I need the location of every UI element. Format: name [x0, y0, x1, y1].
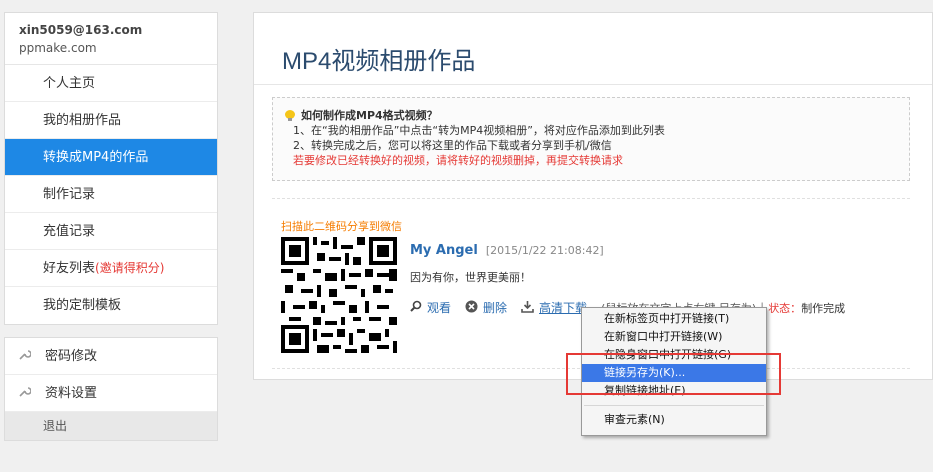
page-title: MP4视频相册作品 — [254, 13, 932, 85]
sidebar: xin5059@163.com ppmake.com 个人主页 我的相册作品 转… — [4, 12, 218, 441]
download-label: 高清下载 — [539, 301, 588, 315]
nav-item-my-albums[interactable]: 我的相册作品 — [5, 102, 217, 139]
highlight-box — [566, 353, 781, 395]
user-email: xin5059@163.com — [19, 23, 143, 37]
nav-item-recharge-records[interactable]: 充值记录 — [5, 213, 217, 250]
status-value: 制作完成 — [801, 301, 846, 315]
settings-password[interactable]: 密码修改 — [5, 338, 217, 375]
divider — [272, 198, 910, 199]
work-title: My Angel [2015/1/22 21:08:42] — [410, 243, 604, 258]
work-timestamp: [2015/1/22 21:08:42] — [485, 244, 604, 257]
ctx-inspect-element[interactable]: 审查元素(N) — [582, 411, 766, 429]
lightbulb-icon — [285, 109, 295, 122]
nav-item-custom-templates[interactable]: 我的定制模板 — [5, 287, 217, 324]
logout-button[interactable]: 退出 — [5, 412, 217, 440]
tips-question-text: 如何制作成MP4格式视频？ — [301, 109, 438, 122]
status-label: 状态： — [768, 301, 802, 315]
wrench-icon — [19, 338, 37, 375]
tips-question: 如何制作成MP4格式视频？ — [285, 108, 909, 123]
work-description: 因为有你，世界更美丽！ — [410, 271, 531, 284]
qr-code-icon — [281, 237, 397, 353]
view-link[interactable]: 观看 — [410, 299, 451, 316]
user-site: ppmake.com — [19, 41, 97, 55]
work-name[interactable]: My Angel — [410, 243, 478, 258]
nav-item-mp4-works[interactable]: 转换成MP4的作品 — [5, 139, 217, 176]
hd-download-link[interactable]: 高清下载 — [521, 299, 587, 316]
settings-profile[interactable]: 资料设置 — [5, 375, 217, 412]
nav-item-home[interactable]: 个人主页 — [5, 65, 217, 102]
menu-separator — [584, 405, 764, 406]
close-circle-icon — [465, 300, 478, 316]
nav-item-make-records[interactable]: 制作记录 — [5, 176, 217, 213]
wrench-icon — [19, 375, 37, 412]
tips-line-2: 2、转换完成之后，您可以将这里的作品下载或者分享到手机/微信 — [293, 139, 612, 152]
nav-card: xin5059@163.com ppmake.com 个人主页 我的相册作品 转… — [4, 12, 218, 325]
tips-box: 如何制作成MP4格式视频？ 1、在“我的相册作品”中点击“转为MP4视频相册”，… — [272, 97, 910, 181]
settings-profile-label: 资料设置 — [45, 385, 98, 401]
invite-points-text: (邀请得积分) — [95, 261, 165, 275]
view-label: 观看 — [427, 301, 452, 315]
settings-card: 密码修改 资料设置 退出 — [4, 337, 218, 441]
ctx-open-new-tab[interactable]: 在新标签页中打开链接(T) — [582, 310, 766, 328]
settings-password-label: 密码修改 — [45, 348, 98, 364]
nav-item-friends[interactable]: 好友列表(邀请得积分) — [5, 250, 217, 287]
share-qr-label: 扫描此二维码分享到微信 — [281, 220, 402, 233]
ctx-open-new-window[interactable]: 在新窗口中打开链接(W) — [582, 328, 766, 346]
search-icon — [410, 300, 422, 315]
download-icon — [521, 300, 534, 316]
nav-item-friends-label: 好友列表 — [43, 261, 96, 276]
user-info: xin5059@163.com ppmake.com — [5, 13, 217, 65]
tips-warning: 若要修改已经转换好的视频，请将转好的视频删掉，再提交转换请求 — [293, 154, 623, 167]
delete-link[interactable]: 删除 — [465, 299, 507, 316]
delete-label: 删除 — [483, 301, 508, 315]
tips-line-1: 1、在“我的相册作品”中点击“转为MP4视频相册”，将对应作品添加到此列表 — [293, 124, 665, 137]
